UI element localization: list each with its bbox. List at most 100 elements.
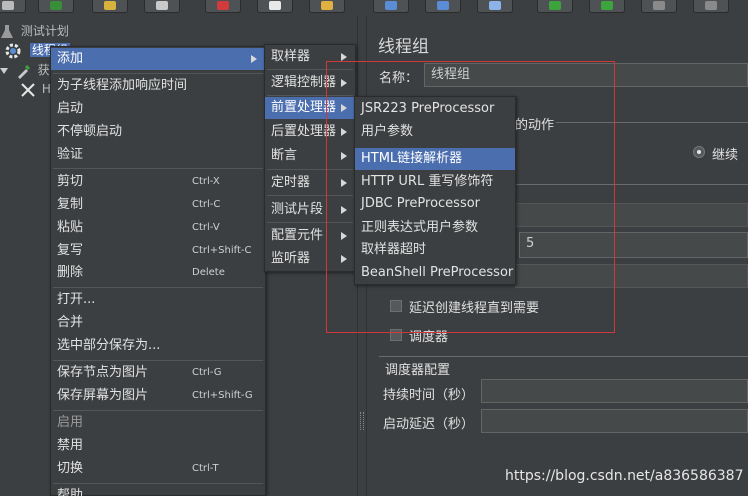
menu-separator bbox=[53, 410, 263, 411]
menu-item-label: 选中部分保存为... bbox=[57, 338, 161, 353]
preprocessor-item-beanshell[interactable]: BeanShell PreProcessor bbox=[355, 262, 515, 284]
name-label: 名称： bbox=[379, 71, 419, 86]
preprocessor-item-http-url-rewriting[interactable]: HTTP URL 重写修饰符 bbox=[355, 171, 515, 193]
menu-item-copy[interactable]: 复制 Ctrl-C bbox=[51, 194, 265, 216]
submenu-item-timer[interactable]: 定时器 bbox=[265, 172, 355, 194]
new-button[interactable] bbox=[0, 0, 26, 13]
preprocessor-item-jsr223[interactable]: JSR223 PreProcessor bbox=[355, 98, 515, 120]
threads-field[interactable] bbox=[515, 203, 748, 227]
tree-item-sampler[interactable]: 获 bbox=[0, 60, 50, 80]
menu-item-start-no-pause[interactable]: 不停顿启动 bbox=[51, 121, 265, 143]
menu-item-label: 删除 bbox=[57, 265, 84, 280]
menu-item-label: 添加 bbox=[57, 51, 84, 66]
menu-item-save-selection[interactable]: 选中部分保存为... bbox=[51, 335, 265, 357]
menu-item-shortcut: Ctrl+Shift-G bbox=[192, 390, 253, 401]
delay-thread-creation-checkbox[interactable] bbox=[390, 300, 402, 312]
expand-button[interactable] bbox=[373, 0, 409, 13]
menu-item-remove[interactable]: 删除 Delete bbox=[51, 262, 265, 284]
context-menu: 添加 为子线程添加响应时间 启动 不停顿启动 验证 剪切 Ctrl-X 复制 Ctr… bbox=[50, 46, 266, 496]
scheduler-checkbox[interactable] bbox=[390, 329, 402, 341]
submenu-item-test-fragment[interactable]: 测试片段 bbox=[265, 199, 355, 221]
stop-button[interactable] bbox=[641, 0, 677, 13]
menu-item-open[interactable]: 打开... bbox=[51, 289, 265, 311]
collapse-button[interactable] bbox=[425, 0, 461, 13]
menu-separator bbox=[267, 222, 353, 223]
menu-item-label: BeanShell PreProcessor bbox=[361, 265, 514, 280]
menu-item-label: 保存节点为图片 bbox=[57, 365, 149, 380]
menu-item-add-think-time[interactable]: 为子线程添加响应时间 bbox=[51, 75, 265, 97]
menu-separator bbox=[53, 168, 263, 169]
watermark: https://blog.csdn.net/a836586387 bbox=[505, 468, 744, 484]
paste-button[interactable] bbox=[309, 0, 345, 13]
menu-item-duplicate[interactable]: 复写 Ctrl+Shift-C bbox=[51, 240, 265, 262]
start-button[interactable] bbox=[537, 0, 573, 13]
menu-item-start[interactable]: 启动 bbox=[51, 98, 265, 120]
menu-item-toggle[interactable]: 切换 Ctrl-T bbox=[51, 458, 265, 480]
menu-item-add[interactable]: 添加 bbox=[51, 48, 265, 70]
submenu-arrow-icon bbox=[341, 79, 347, 87]
menu-item-label: 禁用 bbox=[57, 438, 84, 453]
menu-item-disable[interactable]: 禁用 bbox=[51, 435, 265, 457]
startup-delay-label: 启动延迟（秒） bbox=[383, 417, 475, 432]
menu-item-shortcut: Ctrl-V bbox=[192, 222, 220, 233]
menu-item-label: 用户参数 bbox=[361, 124, 414, 139]
menu-item-validate[interactable]: 验证 bbox=[51, 144, 265, 166]
menu-item-shortcut: Ctrl-C bbox=[192, 199, 221, 210]
submenu-item-preprocessor[interactable]: 前置处理器 bbox=[265, 97, 355, 119]
menu-item-label: 测试片段 bbox=[271, 202, 324, 217]
submenu-item-config-element[interactable]: 配置元件 bbox=[265, 225, 355, 247]
submenu-item-sampler[interactable]: 取样器 bbox=[265, 46, 355, 68]
submenu-arrow-icon bbox=[341, 232, 347, 240]
tree-item-label: 测试计划 bbox=[20, 24, 69, 38]
submenu-arrow-icon bbox=[251, 55, 257, 63]
start-icon bbox=[549, 1, 561, 10]
tree-item-label: 获 bbox=[37, 63, 50, 77]
menu-item-shortcut: Ctrl-T bbox=[192, 463, 219, 474]
save-icon bbox=[156, 1, 168, 10]
menu-separator bbox=[267, 169, 353, 170]
menu-item-cut[interactable]: 剪切 Ctrl-X bbox=[51, 171, 265, 193]
preprocessor-item-html-link-parser[interactable]: HTML链接解析器 bbox=[355, 148, 515, 170]
tree-item-child[interactable]: H bbox=[20, 79, 51, 99]
copy-button[interactable] bbox=[257, 0, 293, 13]
menu-item-label: 正则表达式用户参数 bbox=[361, 220, 479, 235]
menu-item-save-screen-image[interactable]: 保存屏幕为图片 Ctrl+Shift-G bbox=[51, 385, 265, 407]
save-button[interactable] bbox=[144, 0, 180, 13]
continue-radio[interactable] bbox=[693, 146, 705, 158]
preprocessor-item-jdbc[interactable]: JDBC PreProcessor bbox=[355, 193, 515, 215]
preprocessor-item-sample-timeout[interactable]: 取样器超时 bbox=[355, 239, 515, 261]
menu-item-label: 前置处理器 bbox=[271, 100, 337, 115]
loop-extra-field[interactable] bbox=[515, 264, 748, 288]
expand-arrow-icon[interactable] bbox=[0, 67, 8, 74]
start-no-pause-button[interactable] bbox=[589, 0, 625, 13]
tree-item-test-plan[interactable]: 测试计划 bbox=[0, 21, 69, 41]
submenu-arrow-icon bbox=[341, 255, 347, 263]
templates-button[interactable] bbox=[38, 0, 74, 13]
menu-item-shortcut: Delete bbox=[192, 267, 225, 278]
preprocessor-item-user-parameters[interactable]: 用户参数 bbox=[355, 121, 515, 143]
tools-icon bbox=[21, 82, 35, 97]
startup-delay-field[interactable] bbox=[481, 409, 748, 433]
menu-item-paste[interactable]: 粘贴 Ctrl-V bbox=[51, 217, 265, 239]
name-field[interactable]: 线程组 bbox=[424, 63, 748, 87]
submenu-item-logic-controller[interactable]: 逻辑控制器 bbox=[265, 72, 355, 94]
menu-item-enable: 启用 bbox=[51, 412, 265, 434]
menu-item-merge[interactable]: 合并 bbox=[51, 312, 265, 334]
menu-item-label: HTML链接解析器 bbox=[361, 151, 463, 166]
submenu-item-listener[interactable]: 监听器 bbox=[265, 248, 355, 270]
submenu-arrow-icon bbox=[341, 104, 347, 112]
submenu-item-postprocessor[interactable]: 后置处理器 bbox=[265, 121, 355, 143]
menu-separator bbox=[267, 69, 353, 70]
submenu-item-assertion[interactable]: 断言 bbox=[265, 145, 355, 167]
menu-item-save-node-image[interactable]: 保存节点为图片 Ctrl-G bbox=[51, 362, 265, 384]
preprocessor-item-regex-user-parameters[interactable]: 正则表达式用户参数 bbox=[355, 217, 515, 239]
duration-field[interactable] bbox=[481, 379, 748, 403]
toggle-button[interactable] bbox=[477, 0, 513, 13]
cut-button[interactable] bbox=[205, 0, 241, 13]
splitter-grip[interactable] bbox=[360, 412, 364, 430]
menu-item-help[interactable]: 帮助 bbox=[51, 485, 265, 496]
menu-item-shortcut: Ctrl-G bbox=[192, 367, 222, 378]
shutdown-button[interactable] bbox=[693, 0, 729, 13]
open-button[interactable] bbox=[92, 0, 128, 13]
loop-count-field[interactable]: 5 bbox=[519, 232, 748, 258]
